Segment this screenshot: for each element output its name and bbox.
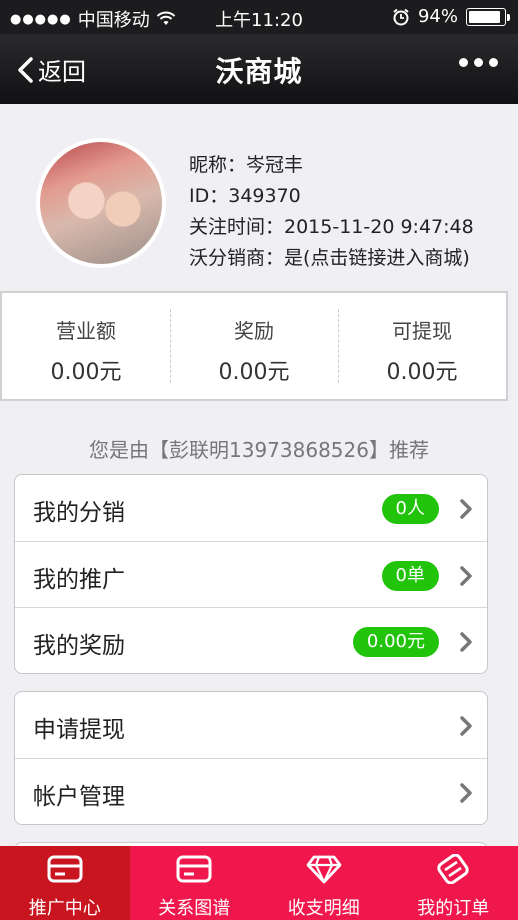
menu-item-label: 帐户管理 <box>33 784 125 810</box>
tab-my-orders[interactable]: 我的订单 <box>389 846 518 920</box>
nickname: 昵称：岑冠丰 <box>189 154 304 176</box>
stat-value: 0.00元 <box>218 360 290 385</box>
more-dot-icon <box>489 58 498 67</box>
menu-group-distribution: 我的分销 0人 我的推广 0单 我的奖励 0.00元 <box>14 474 488 674</box>
menu-item-label: 我的推广 <box>33 567 125 593</box>
menu-item-my-promotion[interactable]: 我的推广 0单 <box>15 541 487 607</box>
menu-item-my-distribution[interactable]: 我的分销 0人 <box>15 475 487 541</box>
profile-section: 昵称：岑冠丰 ID：349370 关注时间：2015-11-20 9:47:48… <box>0 104 518 292</box>
tab-income-expense[interactable]: 收支明细 <box>259 846 389 920</box>
stats-panel: 营业额 0.00元 奖励 0.00元 可提现 0.00元 <box>0 291 508 401</box>
battery-icon <box>466 7 510 26</box>
follow-time: 关注时间：2015-11-20 9:47:48 <box>189 216 474 238</box>
referrer-text: 您是由【彭联明13973868526】推荐 <box>89 438 429 462</box>
user-id: ID：349370 <box>189 185 301 207</box>
menu-group-account: 申请提现 帐户管理 <box>14 691 488 825</box>
chevron-right-icon <box>460 783 472 803</box>
stat-label: 营业额 <box>56 319 116 343</box>
amount-badge: 0.00元 <box>352 627 439 657</box>
diamond-icon <box>306 855 342 884</box>
tab-label: 我的订单 <box>417 898 490 919</box>
tag-icon <box>437 854 469 884</box>
page-title: 沃商城 <box>215 55 303 88</box>
nav-bar: 返回 沃商城 <box>0 34 518 104</box>
tab-label: 收支明细 <box>287 898 360 919</box>
count-badge: 0单 <box>381 561 439 591</box>
tab-bar: 推广中心 关系图谱 收支明细 我的订单 <box>0 846 518 920</box>
menu-item-my-reward[interactable]: 我的奖励 0.00元 <box>15 607 487 673</box>
menu-item-account-management[interactable]: 帐户管理 <box>15 758 487 824</box>
stat-revenue: 营业额 0.00元 <box>2 293 170 399</box>
more-menu-button[interactable] <box>459 58 498 67</box>
profile-info: 昵称：岑冠丰 ID：349370 关注时间：2015-11-20 9:47:48… <box>189 150 474 274</box>
battery-percent: 94% <box>417 6 458 27</box>
menu-item-label: 我的奖励 <box>33 633 125 659</box>
tab-relationship-graph[interactable]: 关系图谱 <box>130 846 260 920</box>
stat-withdrawable: 可提现 0.00元 <box>338 293 506 399</box>
distributor-status-link[interactable]: 沃分销商：是(点击链接进入商城) <box>189 243 474 274</box>
more-dot-icon <box>474 58 483 67</box>
stat-value: 0.00元 <box>386 360 458 385</box>
status-bar: ●●●●● 中国移动 上午11:20 94% <box>0 0 518 34</box>
tab-label: 关系图谱 <box>158 898 231 919</box>
stat-label: 可提现 <box>392 319 452 343</box>
menu-item-label: 申请提现 <box>33 717 125 743</box>
menu-item-label: 我的分销 <box>33 500 125 526</box>
count-badge: 0人 <box>381 494 439 524</box>
stat-value: 0.00元 <box>50 360 122 385</box>
card-icon <box>176 855 212 883</box>
card-icon <box>47 855 83 883</box>
chevron-right-icon <box>460 632 472 652</box>
alarm-clock-icon <box>393 8 409 25</box>
tab-promotion-center[interactable]: 推广中心 <box>0 846 130 920</box>
chevron-right-icon <box>460 499 472 519</box>
stat-reward: 奖励 0.00元 <box>170 293 338 399</box>
chevron-right-icon <box>460 566 472 586</box>
more-dot-icon <box>459 58 468 67</box>
battery-fill <box>469 10 501 23</box>
tab-label: 推广中心 <box>28 898 101 919</box>
status-right: 94% <box>392 6 510 27</box>
chevron-right-icon <box>460 716 472 736</box>
menu-item-apply-withdrawal[interactable]: 申请提现 <box>15 692 487 758</box>
avatar <box>36 138 166 268</box>
stat-label: 奖励 <box>234 319 274 343</box>
